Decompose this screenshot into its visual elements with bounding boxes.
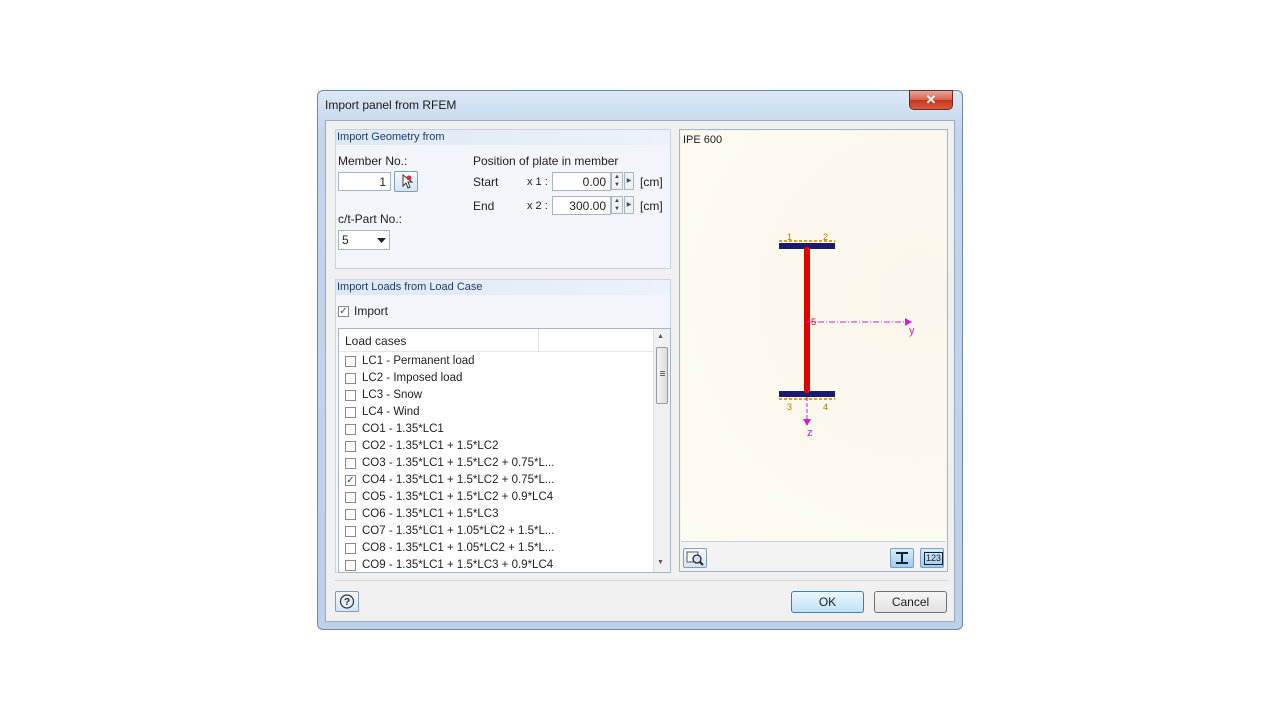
load-case-checkbox[interactable] <box>345 492 356 503</box>
cancel-button[interactable]: Cancel <box>874 591 947 613</box>
help-icon: ? <box>339 594 355 609</box>
z-axis-label: z <box>807 427 813 439</box>
load-case-label: CO2 - 1.35*LC1 + 1.5*LC2 <box>362 440 499 452</box>
geometry-heading: Import Geometry from <box>336 130 670 145</box>
scroll-thumb[interactable] <box>656 347 668 404</box>
help-button[interactable]: ? <box>335 591 359 612</box>
point-label-5: 5 <box>811 317 816 327</box>
x2-label: x 2 : <box>527 200 548 212</box>
point-label-1: 1 <box>787 232 792 242</box>
load-case-checkbox[interactable] <box>345 356 356 367</box>
load-case-checkbox[interactable] <box>345 390 356 401</box>
x1-label: x 1 : <box>527 176 548 188</box>
load-case-label: LC4 - Wind <box>362 406 420 418</box>
list-header: Load cases <box>339 329 653 352</box>
start-label: Start <box>473 175 499 189</box>
pick-cursor-icon <box>402 173 414 189</box>
load-case-label: LC3 - Snow <box>362 389 423 401</box>
scroll-down-icon[interactable]: ▼ <box>657 559 664 566</box>
ct-part-label: c/t-Part No.: <box>338 212 403 226</box>
load-case-checkbox[interactable] <box>345 526 356 537</box>
point-label-4: 4 <box>823 402 828 412</box>
point-label-2: 2 <box>823 232 828 242</box>
load-case-label: CO8 - 1.35*LC1 + 1.05*LC2 + 1.5*L... <box>362 542 555 554</box>
numbers-icon: 123 <box>924 552 944 565</box>
load-case-checkbox[interactable] <box>345 458 356 469</box>
load-case-label: CO7 - 1.35*LC1 + 1.05*LC2 + 1.5*L... <box>362 525 555 537</box>
chevron-down-icon <box>377 238 386 243</box>
load-case-checkbox[interactable] <box>345 509 356 520</box>
load-case-checkbox[interactable] <box>345 373 356 384</box>
load-case-label: CO5 - 1.35*LC1 + 1.5*LC2 + 0.9*LC4 <box>362 491 554 503</box>
x2-input[interactable]: 300.00 <box>552 196 611 215</box>
end-label: End <box>473 199 495 213</box>
geometry-panel: Import Geometry from Member No.: 1 c/t-P… <box>335 129 671 269</box>
load-case-label: LC1 - Permanent load <box>362 355 475 367</box>
loads-heading: Import Loads from Load Case <box>336 280 670 295</box>
list-scrollbar[interactable]: ▲ ▼ <box>653 329 670 572</box>
y-axis-label: y <box>909 325 915 337</box>
load-case-checkbox[interactable] <box>345 560 356 571</box>
values-button[interactable]: 123 <box>920 548 944 568</box>
load-case-checkbox[interactable]: ✓ <box>345 475 356 486</box>
separator <box>335 580 948 581</box>
ok-button[interactable]: OK <box>791 591 864 613</box>
close-button[interactable]: ✕ <box>909 90 953 110</box>
svg-text:?: ? <box>344 597 350 608</box>
ct-part-value: 5 <box>342 233 349 247</box>
ipe-section-drawing: 1 2 3 4 5 y z <box>779 232 915 439</box>
import-label: Import <box>354 304 389 318</box>
load-cases-column-header: Load cases <box>345 334 407 348</box>
preview-panel: IPE 600 1 2 3 4 5 y z 123 <box>679 129 948 572</box>
load-case-label: CO6 - 1.35*LC1 + 1.5*LC3 <box>362 508 499 520</box>
ct-part-select[interactable]: 5 <box>338 230 390 250</box>
x1-unit: [cm] <box>640 175 663 189</box>
load-case-checkbox[interactable] <box>345 543 356 554</box>
section-canvas: IPE 600 1 2 3 4 5 y z <box>681 131 946 542</box>
x2-arrow-button[interactable]: ▶ <box>624 196 634 214</box>
zoom-button[interactable] <box>683 548 707 568</box>
pick-member-button[interactable] <box>394 171 418 192</box>
x2-spinner[interactable]: ▲ ▼ <box>611 196 623 214</box>
load-case-label: CO3 - 1.35*LC1 + 1.5*LC2 + 0.75*L... <box>362 457 555 469</box>
load-case-label: CO1 - 1.35*LC1 <box>362 423 444 435</box>
magnifier-icon <box>686 551 704 566</box>
load-case-label: CO9 - 1.35*LC1 + 1.5*LC3 + 0.9*LC4 <box>362 559 554 571</box>
dialog-client: Import Geometry from Member No.: 1 c/t-P… <box>325 120 955 622</box>
import-checkbox[interactable]: ✓ <box>338 306 349 317</box>
load-case-checkbox[interactable] <box>345 424 356 435</box>
list-rows: LC1 - Permanent load LC2 - Imposed load LC… <box>339 353 653 572</box>
ibeam-icon <box>896 552 908 564</box>
load-case-label: CO4 - 1.35*LC1 + 1.5*LC2 + 0.75*L... <box>362 474 555 486</box>
position-label: Position of plate in member <box>473 154 619 168</box>
dialog-title: Import panel from RFEM <box>325 98 457 112</box>
x1-input[interactable]: 0.00 <box>552 172 611 191</box>
close-icon: ✕ <box>925 92 937 107</box>
x1-spinner[interactable]: ▲ ▼ <box>611 172 623 190</box>
x2-unit: [cm] <box>640 199 663 213</box>
member-label: Member No.: <box>338 154 408 168</box>
import-panel-dialog: Import panel from RFEM ✕ Import Geometry… <box>317 90 963 630</box>
load-cases-list: Load cases LC1 - Permanent load LC2 - Imp… <box>338 328 671 573</box>
member-input[interactable]: 1 <box>338 172 391 191</box>
scroll-up-icon[interactable]: ▲ <box>657 333 664 340</box>
column-divider <box>538 329 539 351</box>
load-case-label: LC2 - Imposed load <box>362 372 463 384</box>
point-label-3: 3 <box>787 402 792 412</box>
load-case-checkbox[interactable] <box>345 407 356 418</box>
loads-panel: Import Loads from Load Case ✓ Import Loa… <box>335 279 671 573</box>
load-case-checkbox[interactable] <box>345 441 356 452</box>
section-view-button[interactable] <box>890 548 914 568</box>
x1-arrow-button[interactable]: ▶ <box>624 172 634 190</box>
